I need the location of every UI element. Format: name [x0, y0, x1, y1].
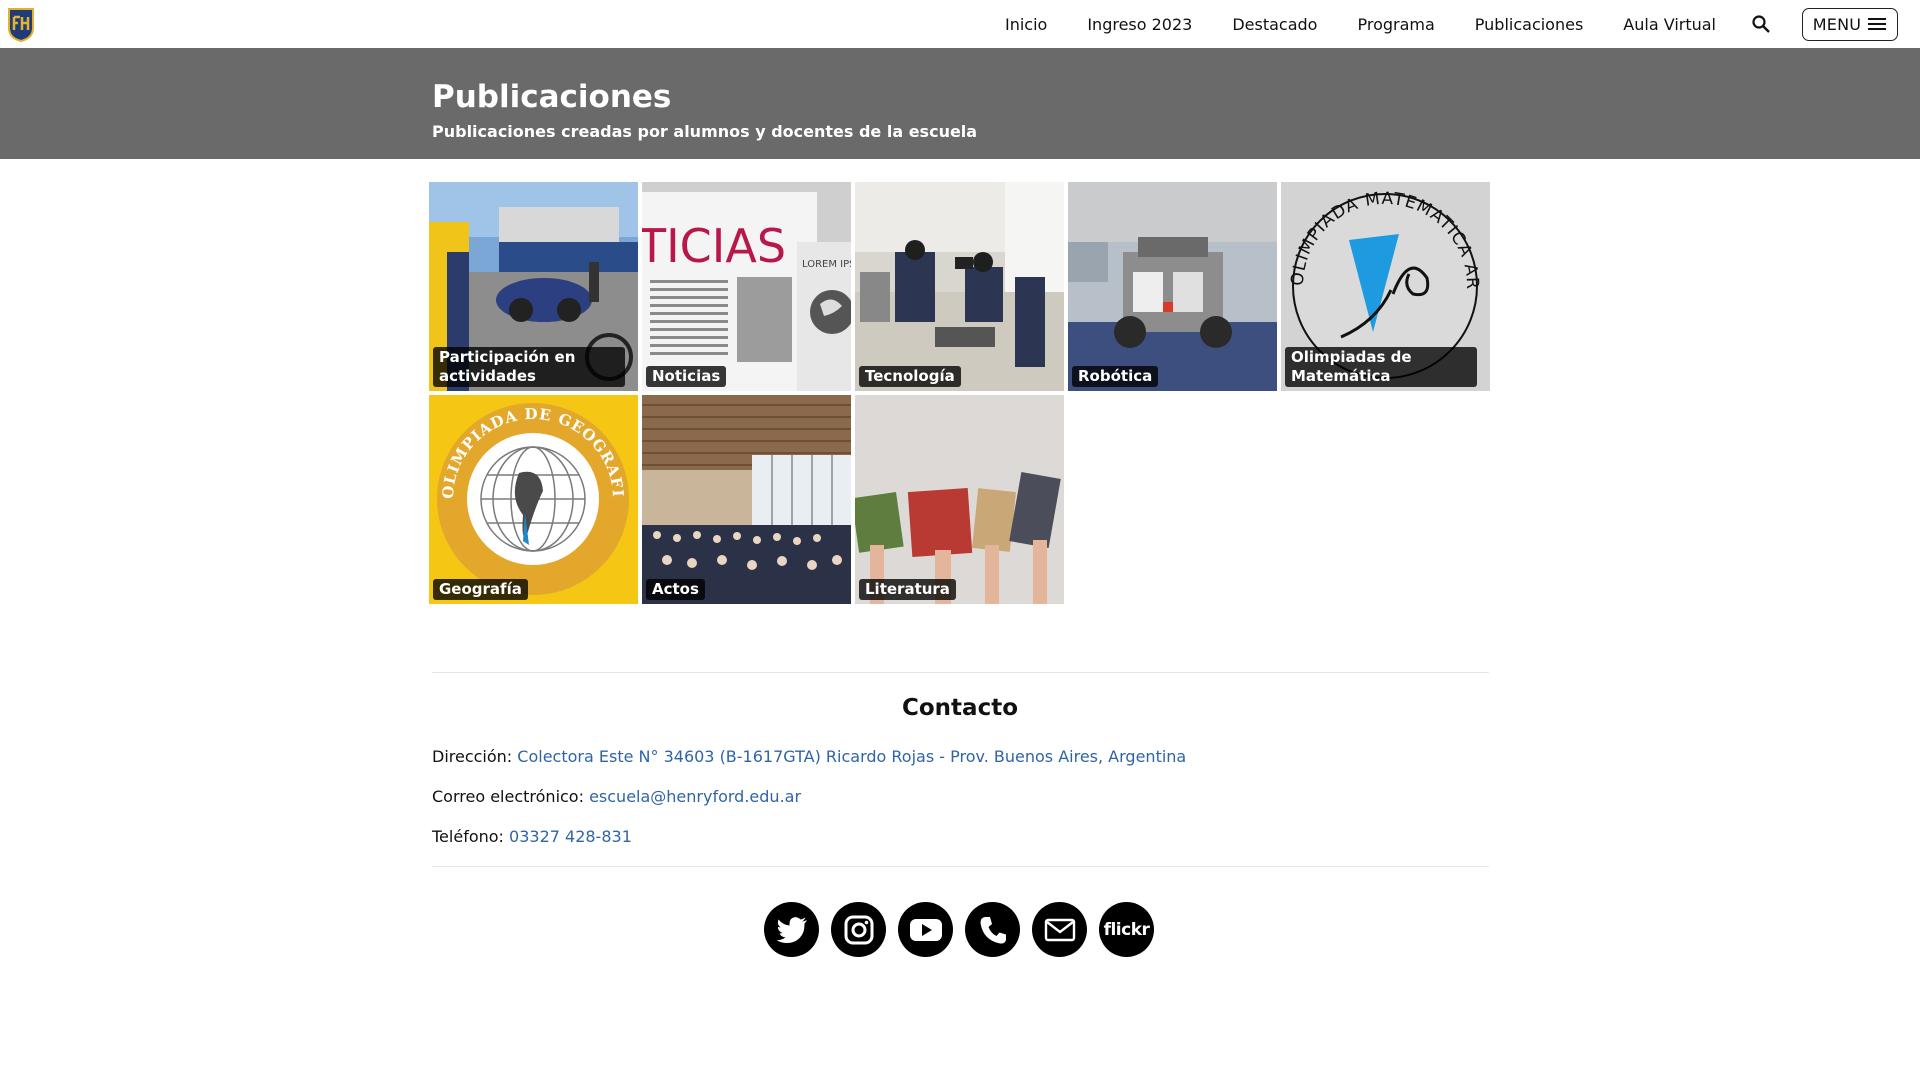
phone-button[interactable]: [965, 902, 1020, 957]
tile-label: Tecnología: [859, 366, 961, 387]
nav-inicio[interactable]: Inicio: [1005, 15, 1047, 34]
top-navigation-bar: Inicio Ingreso 2023 Destacado Programa P…: [0, 0, 1920, 48]
phone-label: Teléfono:: [432, 827, 504, 846]
mail-icon: [1044, 918, 1075, 941]
menu-label: MENU: [1812, 14, 1862, 34]
actos-image: [642, 395, 851, 604]
tile-noticias[interactable]: TICIAS LOREM IPSUM Noticias: [642, 182, 851, 391]
page-title: Publicaciones: [432, 79, 672, 115]
flickr-icon: flickr: [1103, 919, 1150, 940]
social-links: flickr: [764, 902, 1154, 957]
address-link[interactable]: Colectora Este N° 34603 (B-1617GTA) Rica…: [517, 747, 1186, 766]
contact-phone-row: Teléfono: 03327 428-831: [432, 827, 632, 846]
menu-button[interactable]: MENU: [1802, 7, 1898, 41]
noticias-image: TICIAS LOREM IPSUM: [642, 182, 851, 391]
tile-tecnologia[interactable]: Tecnología: [855, 182, 1064, 391]
contact-address-row: Dirección: Colectora Este N° 34603 (B-16…: [432, 747, 1186, 766]
tecnologia-image: [855, 182, 1064, 391]
phone-link[interactable]: 03327 428-831: [509, 827, 632, 846]
tile-olimpiadas-matematica[interactable]: OLIMPIADA MATEMATICA ARGENTINA Olimpiada…: [1281, 182, 1490, 391]
tile-label: Participación en actividades: [433, 347, 625, 387]
tile-actos[interactable]: Actos: [642, 395, 851, 604]
tile-participacion[interactable]: Participación en actividades: [429, 182, 638, 391]
flickr-button[interactable]: flickr: [1099, 902, 1154, 957]
search-button[interactable]: [1750, 13, 1772, 35]
email-label: Correo electrónico:: [432, 787, 584, 806]
divider: [432, 672, 1489, 673]
mail-button[interactable]: [1032, 902, 1087, 957]
youtube-icon: [909, 918, 942, 941]
nav-ingreso-2023[interactable]: Ingreso 2023: [1087, 15, 1192, 34]
literatura-image: [855, 395, 1064, 604]
instagram-button[interactable]: [831, 902, 886, 957]
divider: [432, 866, 1489, 867]
robotica-image: [1068, 182, 1277, 391]
tile-label: Actos: [646, 579, 705, 600]
tile-label: Geografía: [433, 579, 528, 600]
newspaper-sub: LOREM IPSUM: [802, 259, 851, 270]
tile-literatura[interactable]: Literatura: [855, 395, 1064, 604]
page-header-band: Publicaciones Publicaciones creadas por …: [0, 48, 1920, 159]
address-label: Dirección:: [432, 747, 513, 766]
email-link[interactable]: escuela@henryford.edu.ar: [589, 787, 801, 806]
school-logo[interactable]: [8, 8, 34, 42]
youtube-button[interactable]: [898, 902, 953, 957]
hamburger-icon: [1868, 18, 1887, 30]
page-subtitle: Publicaciones creadas por alumnos y doce…: [432, 122, 978, 141]
twitter-button[interactable]: [764, 902, 819, 957]
nav-publicaciones[interactable]: Publicaciones: [1475, 15, 1584, 34]
newspaper-headline: TICIAS: [642, 219, 786, 273]
tile-label: Literatura: [859, 579, 956, 600]
contact-email-row: Correo electrónico: escuela@henryford.ed…: [432, 787, 801, 806]
phone-icon: [980, 916, 1006, 944]
tile-label: Robótica: [1072, 366, 1159, 387]
tile-label: Olimpiadas de Matemática: [1285, 347, 1477, 387]
tile-robotica[interactable]: Robótica: [1068, 182, 1277, 391]
main-nav: Inicio Ingreso 2023 Destacado Programa P…: [1005, 0, 1898, 48]
tile-geografia[interactable]: OLIMPIADA DE GEOGRAFIA · DE LA REPUBLICA…: [429, 395, 638, 604]
nav-destacado[interactable]: Destacado: [1232, 15, 1317, 34]
twitter-icon: [776, 916, 807, 943]
contact-title: Contacto: [902, 695, 1018, 721]
search-icon: [1752, 15, 1770, 33]
nav-aula-virtual[interactable]: Aula Virtual: [1623, 15, 1716, 34]
nav-programa[interactable]: Programa: [1357, 15, 1434, 34]
tile-label: Noticias: [646, 366, 727, 387]
instagram-icon: [844, 915, 873, 944]
geografia-image: OLIMPIADA DE GEOGRAFIA · DE LA REPUBLICA…: [429, 395, 638, 604]
